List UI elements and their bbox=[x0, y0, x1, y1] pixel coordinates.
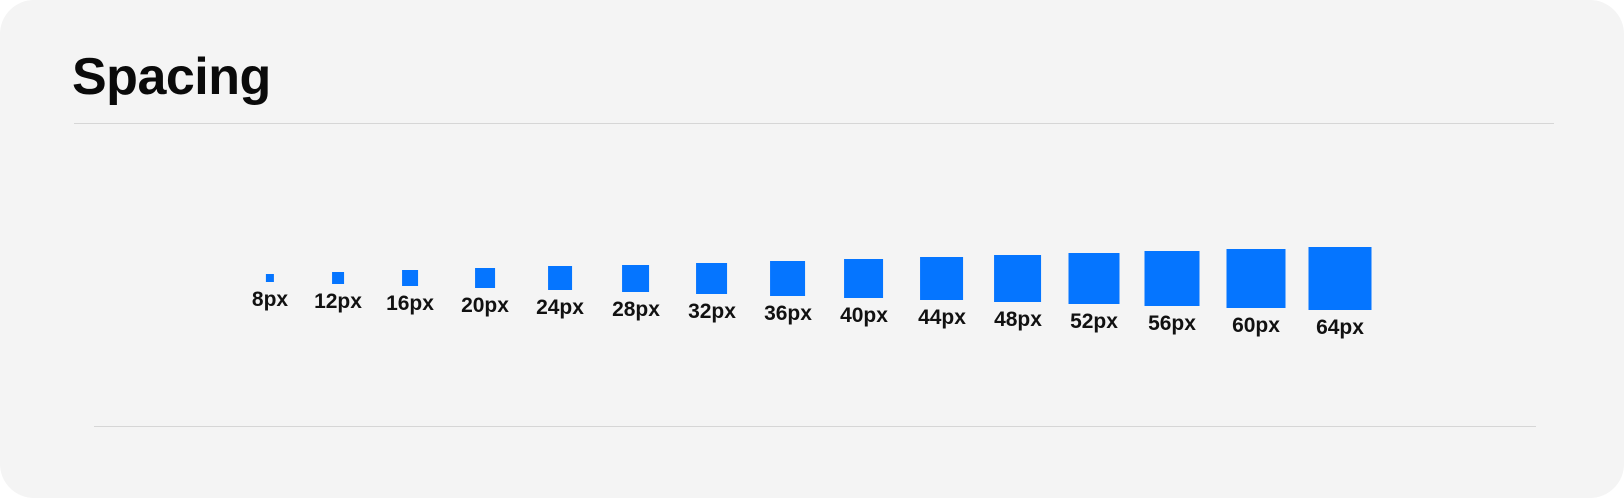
spacing-step: 12px bbox=[314, 272, 362, 314]
spacing-swatch bbox=[622, 264, 650, 292]
spacing-step: 24px bbox=[536, 266, 584, 320]
spacing-swatch bbox=[266, 274, 274, 282]
spacing-swatch bbox=[696, 262, 728, 294]
spacing-swatch bbox=[920, 256, 964, 300]
spacing-step: 40px bbox=[840, 258, 888, 328]
spacing-label: 8px bbox=[251, 288, 289, 311]
spacing-label: 52px bbox=[1070, 309, 1118, 333]
spacing-step: 16px bbox=[386, 270, 434, 316]
spacing-swatch bbox=[1068, 252, 1120, 304]
spacing-label: 64px bbox=[1316, 315, 1364, 339]
spacing-label: 44px bbox=[918, 305, 966, 329]
spacing-step: 52px bbox=[1068, 252, 1120, 334]
spacing-scale: 8px 12px 16px 20px 24px 28px 32px 36px 40px 44px 4… bbox=[0, 0, 1624, 498]
spacing-card: Spacing 8px 12px 16px 20px 24px 28px 32px 36px 4… bbox=[0, 0, 1624, 498]
spacing-step: 32px bbox=[688, 262, 736, 324]
spacing-label: 32px bbox=[688, 299, 736, 323]
spacing-swatch bbox=[402, 270, 418, 286]
spacing-step: 48px bbox=[994, 254, 1042, 332]
spacing-label: 12px bbox=[314, 290, 362, 313]
spacing-swatch bbox=[994, 254, 1042, 302]
spacing-label: 36px bbox=[764, 301, 812, 325]
spacing-swatch bbox=[1226, 248, 1286, 308]
bottom-divider bbox=[94, 426, 1536, 427]
spacing-label: 28px bbox=[612, 297, 660, 321]
spacing-swatch bbox=[770, 260, 806, 296]
spacing-label: 16px bbox=[386, 292, 434, 315]
spacing-swatch bbox=[475, 268, 495, 288]
spacing-step: 56px bbox=[1144, 250, 1200, 336]
spacing-swatch bbox=[844, 258, 884, 298]
spacing-swatch bbox=[332, 272, 344, 284]
spacing-step: 36px bbox=[764, 260, 812, 326]
spacing-label: 60px bbox=[1232, 313, 1280, 337]
spacing-label: 40px bbox=[840, 303, 888, 327]
spacing-step: 60px bbox=[1226, 248, 1286, 338]
spacing-label: 20px bbox=[461, 294, 509, 317]
spacing-step: 44px bbox=[918, 256, 966, 330]
spacing-label: 48px bbox=[994, 307, 1042, 331]
spacing-label: 24px bbox=[536, 296, 584, 319]
spacing-step: 64px bbox=[1308, 246, 1372, 340]
spacing-label: 56px bbox=[1148, 311, 1196, 335]
spacing-swatch bbox=[1144, 250, 1200, 306]
spacing-step: 28px bbox=[612, 264, 660, 322]
spacing-swatch bbox=[1308, 246, 1372, 310]
spacing-swatch bbox=[548, 266, 572, 290]
spacing-step: 8px bbox=[252, 274, 288, 312]
spacing-step: 20px bbox=[461, 268, 509, 318]
